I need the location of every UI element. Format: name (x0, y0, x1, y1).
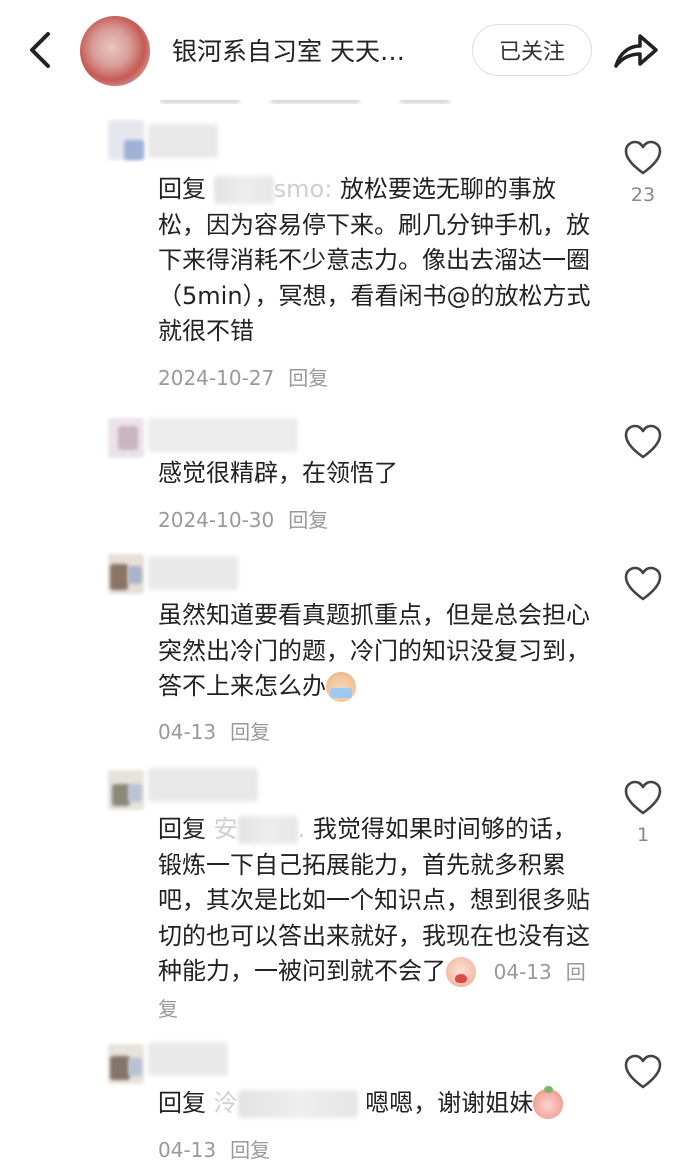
comment-date: 04-13 (158, 720, 217, 744)
comment-body: 回复 安. 我觉得如果时间够的话，锻炼一下自己拓展能力，首先就多积累吧，其次是比… (158, 815, 590, 1021)
comment-avatar[interactable] (108, 418, 144, 458)
reply-button[interactable]: 回复 (230, 720, 270, 744)
follow-button[interactable]: 已关注 (472, 24, 592, 76)
heart-icon[interactable] (624, 424, 662, 460)
comment-username[interactable] (148, 124, 218, 158)
heart-icon[interactable] (624, 140, 662, 176)
top-bar: 银河系自习室 天天… 已关注 (0, 0, 690, 100)
reply-prefix: 回复 (158, 175, 206, 203)
comment-meta: 2024-10-27 回复 (158, 362, 328, 391)
comment-username[interactable] (148, 1042, 228, 1076)
reply-button[interactable]: 回复 (230, 1138, 270, 1162)
comment-text: 嗯嗯，谢谢姐妹 (365, 1089, 534, 1117)
comment-avatar[interactable] (108, 120, 144, 160)
comment-text: 感觉很精辟，在领悟了 (158, 459, 398, 487)
reply-prefix: 回复 (158, 1089, 206, 1117)
comment-body: 回复 泠 嗯嗯，谢谢姐妹 (158, 1086, 598, 1122)
comment-avatar[interactable] (108, 554, 144, 594)
comment-body: 回复 smo: 放松要选无聊的事放松，因为容易停下来。刷几分钟手机，放下来得消耗… (158, 172, 598, 350)
comment-avatar[interactable] (108, 770, 144, 810)
comment-date: 2024-10-27 (158, 366, 275, 390)
comment-username[interactable] (148, 418, 298, 452)
comment-date: 04-13 (158, 1138, 217, 1162)
comment-avatar[interactable] (108, 1044, 144, 1084)
comment-meta: 04-13 回复 (158, 716, 270, 745)
peach-emoji-icon (533, 1086, 564, 1119)
channel-avatar[interactable] (80, 16, 150, 86)
reply-target-username[interactable] (213, 176, 274, 204)
sweat-emoji-icon (326, 672, 356, 702)
comment-username[interactable] (148, 768, 258, 802)
reply-target-fragment: smo: (273, 175, 333, 203)
like-count: 1 (636, 824, 650, 846)
heart-icon[interactable] (624, 780, 662, 816)
heart-icon[interactable] (624, 1054, 662, 1090)
back-arrow-icon[interactable] (22, 28, 62, 72)
reply-button[interactable]: 回复 (288, 508, 328, 532)
reply-button[interactable]: 回复 (288, 366, 328, 390)
like-count: 23 (630, 184, 656, 206)
comment-text: 虽然知道要看真题抓重点，但是总会担心突然出冷门的题，冷门的知识没复习到，答不上来… (158, 601, 590, 700)
comment-meta: 04-13 回复 (158, 1134, 270, 1163)
comment-meta: 2024-10-30 回复 (158, 504, 328, 533)
reply-target-username[interactable] (237, 816, 298, 844)
crying-emoji-icon (446, 957, 476, 987)
comment-date: 2024-10-30 (158, 508, 275, 532)
share-arrow-icon[interactable] (610, 26, 660, 74)
reply-target-fragment: 泠 (213, 1089, 238, 1117)
channel-title[interactable]: 银河系自习室 天天… (172, 32, 405, 68)
reply-target-username[interactable] (237, 1090, 358, 1118)
heart-icon[interactable] (624, 566, 662, 602)
reply-target-fragment: 安 (213, 815, 238, 843)
comment-body: 虽然知道要看真题抓重点，但是总会担心突然出冷门的题，冷门的知识没复习到，答不上来… (158, 598, 598, 705)
reply-prefix: 回复 (158, 815, 206, 843)
comment-date: 04-13 (493, 960, 552, 984)
comment-body: 感觉很精辟，在领悟了 (158, 456, 598, 492)
comment-username[interactable] (148, 556, 238, 590)
